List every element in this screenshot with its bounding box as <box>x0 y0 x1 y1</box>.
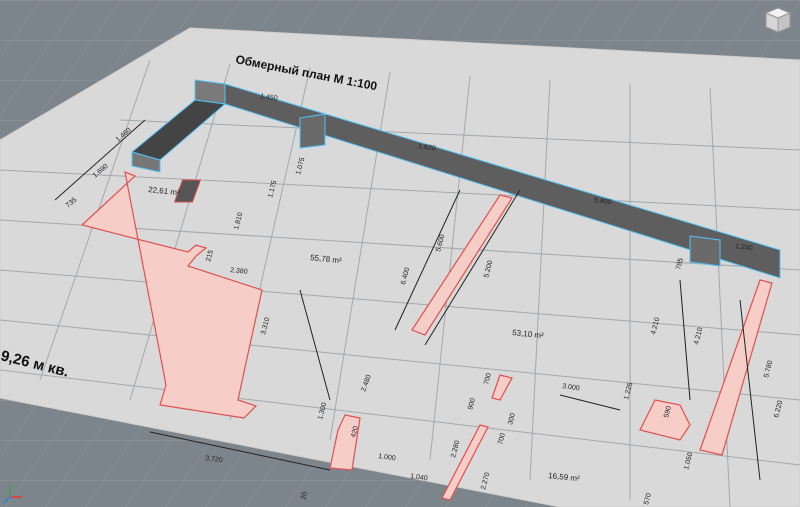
scene-canvas[interactable]: Обмерный план М 1:100 9,26 м кв. 22,61 m… <box>0 0 800 507</box>
3d-viewport[interactable]: Обмерный план М 1:100 9,26 м кв. 22,61 m… <box>0 0 800 507</box>
view-cube-icon[interactable] <box>764 6 792 34</box>
